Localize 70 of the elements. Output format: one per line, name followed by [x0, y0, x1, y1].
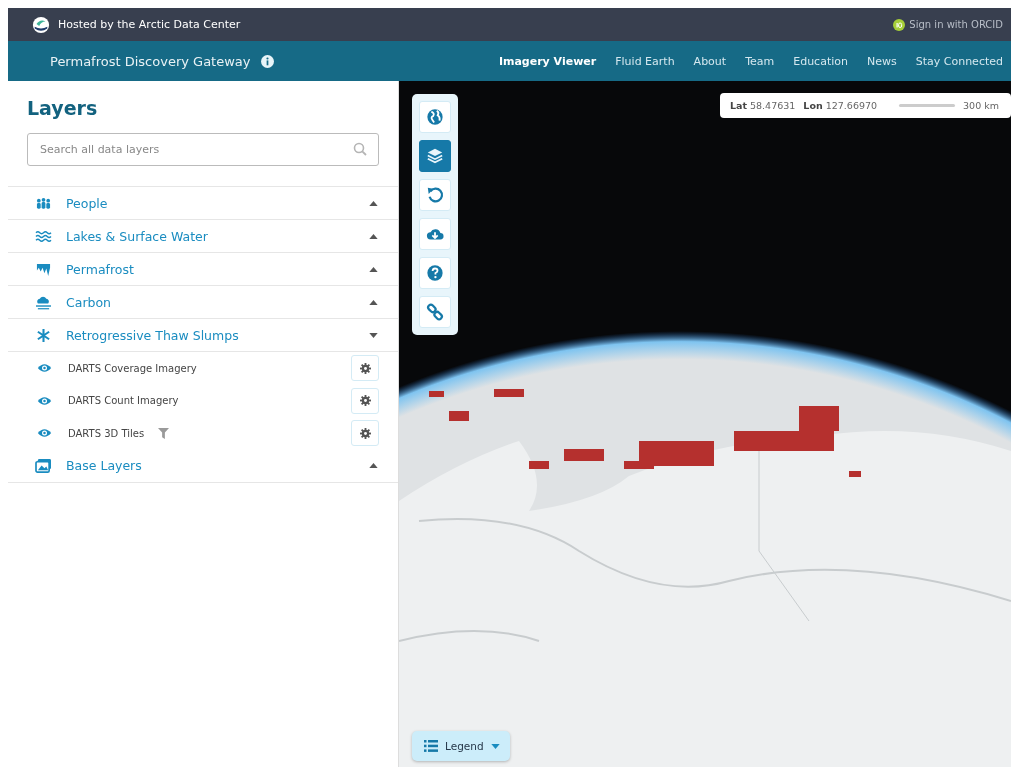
- category-row[interactable]: Base Layers: [8, 449, 398, 483]
- category-row[interactable]: Permafrost: [8, 253, 398, 286]
- caret-icon: [490, 743, 500, 749]
- orcid-icon: [893, 18, 906, 31]
- nav-link[interactable]: Fluid Earth: [615, 54, 675, 68]
- caret-icon[interactable]: [369, 299, 378, 305]
- category-label[interactable]: People: [66, 195, 355, 211]
- nav-link[interactable]: Stay Connected: [915, 54, 1003, 68]
- category-label[interactable]: Permafrost: [66, 261, 355, 277]
- eye-icon[interactable]: [37, 428, 52, 439]
- layers-icon: [426, 147, 444, 165]
- help-icon: [426, 264, 444, 282]
- layer-label[interactable]: DARTS Count Imagery: [68, 395, 179, 407]
- nav-link[interactable]: Education: [793, 54, 848, 68]
- layers-tool-button[interactable]: [419, 140, 451, 172]
- settings-button[interactable]: [351, 420, 379, 447]
- category-label[interactable]: Carbon: [66, 294, 355, 310]
- panel-title: Layers: [27, 97, 99, 119]
- caret-icon[interactable]: [369, 233, 378, 239]
- site-title[interactable]: Permafrost Discovery Gateway: [50, 53, 251, 69]
- nav-link[interactable]: Team: [745, 54, 775, 68]
- snowflake-icon: [35, 327, 52, 343]
- host-text: Hosted by the Arctic Data Center: [58, 18, 241, 31]
- layer-label[interactable]: DARTS 3D Tiles: [68, 427, 145, 439]
- latitude-text: Lat 58.47631: [729, 100, 796, 111]
- scale-text: 300 km: [963, 100, 999, 111]
- search-field[interactable]: Search all data layers: [27, 133, 379, 166]
- people-icon: [35, 195, 52, 211]
- orcid-signin-link[interactable]: Sign in with ORCID: [893, 18, 1003, 31]
- nav-link[interactable]: News: [867, 54, 897, 68]
- caret-icon[interactable]: [369, 266, 378, 272]
- link-tool-button[interactable]: [419, 296, 451, 328]
- caret-icon[interactable]: [369, 332, 378, 338]
- nav-link[interactable]: Imagery Viewer: [498, 54, 597, 68]
- category-label[interactable]: Lakes & Surface Water: [66, 228, 355, 244]
- category-row[interactable]: People: [8, 187, 398, 220]
- download-tool-button[interactable]: [419, 218, 451, 250]
- scale-bar: [899, 104, 956, 107]
- reset-icon: [426, 186, 444, 204]
- arctic-logo-icon: [32, 15, 50, 34]
- reset-tool-button[interactable]: [419, 179, 451, 211]
- category-row[interactable]: Carbon: [8, 286, 398, 319]
- caret-icon[interactable]: [369, 463, 378, 468]
- help-tool-button[interactable]: [419, 257, 451, 289]
- icicles-icon: [35, 261, 52, 277]
- eye-icon[interactable]: [37, 395, 52, 406]
- globe-icon: [426, 108, 444, 126]
- layer-label[interactable]: DARTS Coverage Imagery: [68, 362, 197, 374]
- caret-icon[interactable]: [369, 200, 378, 206]
- gear-icon: [359, 395, 371, 407]
- longitude-text: Lon 127.66970: [803, 100, 878, 111]
- settings-button[interactable]: [351, 387, 379, 414]
- info-icon[interactable]: [260, 54, 274, 68]
- settings-button[interactable]: [351, 355, 379, 382]
- list-icon: [424, 740, 438, 752]
- category-label[interactable]: Retrogressive Thaw Slumps: [66, 327, 355, 343]
- category-label[interactable]: Base Layers: [66, 458, 355, 473]
- category-row[interactable]: Retrogressive Thaw Slumps: [8, 319, 398, 352]
- globe-tool-button[interactable]: [419, 101, 451, 133]
- filter-icon[interactable]: [158, 427, 170, 439]
- category-row[interactable]: Lakes & Surface Water: [8, 220, 398, 253]
- gear-icon: [359, 362, 371, 374]
- images-icon: [35, 458, 52, 473]
- gear-icon: [359, 427, 371, 439]
- eye-icon[interactable]: [37, 363, 52, 374]
- waves-icon: [35, 228, 52, 244]
- link-icon: [426, 303, 444, 321]
- legend-button[interactable]: Legend: [412, 731, 510, 761]
- cloud-icon: [35, 294, 52, 310]
- nav-link[interactable]: About: [693, 54, 727, 68]
